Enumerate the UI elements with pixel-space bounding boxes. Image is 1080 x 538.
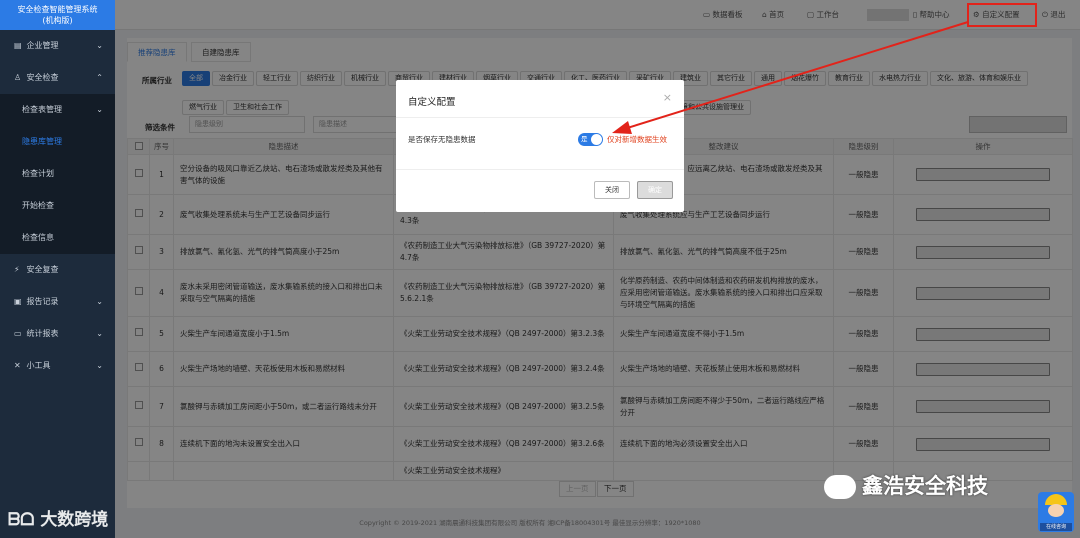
sidebar-item-stats[interactable]: ▭ 统计报表 ⌄ — [0, 318, 115, 350]
watermark-left: ᗷᗝ 大数跨境 — [8, 510, 109, 530]
toggle-knob — [591, 134, 602, 145]
divider — [396, 169, 684, 170]
sidebar-item-report[interactable]: ▣ 报告记录 ⌄ — [0, 286, 115, 318]
wechat-icon — [824, 475, 856, 499]
brand-title: 安全检查智能管理系统 — [17, 5, 98, 14]
stats-icon: ▭ — [14, 329, 22, 338]
sidebar-item-tools[interactable]: ✕ 小工具 ⌄ — [0, 350, 115, 382]
sidebar-item-label: 检查表管理 — [22, 105, 62, 114]
sidebar-item-label: 统计报表 — [26, 329, 59, 338]
sidebar-item-safety-check[interactable]: ♙ 安全检查 ⌃ — [0, 62, 115, 94]
dialog-confirm-button[interactable]: 确定 — [637, 181, 673, 199]
sidebar-item-checklist[interactable]: 检查表管理 ⌄ — [0, 94, 115, 126]
chevron-down-icon: ⌄ — [96, 297, 103, 306]
toggle-text: 是 — [581, 135, 588, 143]
save-no-hazard-label: 是否保存无隐患数据 — [408, 135, 476, 144]
sidebar-item-hazard-library[interactable]: 隐患库管理 — [0, 126, 115, 158]
sidebar-item-label: 安全复查 — [26, 265, 59, 274]
brand-logo: 安全检查智能管理系统 (机构版) — [0, 0, 115, 30]
app-root: 安全检查智能管理系统 (机构版) ▤ 企业管理 ⌄ ♙ 安全检查 ⌃ 检查表管理 ⌄ … — [0, 0, 1080, 538]
sidebar-item-company[interactable]: ▤ 企业管理 ⌄ — [0, 30, 115, 62]
dialog-close-button[interactable]: 关闭 — [594, 181, 630, 199]
sidebar-item-check-info[interactable]: 检查信息 — [0, 222, 115, 254]
highlight-box — [967, 3, 1037, 27]
divider — [396, 117, 684, 118]
sidebar-item-label: 隐患库管理 — [22, 137, 62, 146]
inspect-icon: ♙ — [14, 73, 22, 82]
watermark-right: 鑫浩安全科技 — [824, 470, 988, 500]
report-icon: ▣ — [14, 297, 22, 306]
sidebar-item-plan[interactable]: 检查计划 — [0, 158, 115, 190]
custom-config-dialog: 自定义配置 × 是否保存无隐患数据 是 仅对新增数据生效 关闭 确定 — [396, 80, 684, 212]
sidebar-item-label: 检查信息 — [22, 233, 54, 242]
save-no-hazard-toggle[interactable]: 是 — [578, 133, 603, 146]
sidebar-item-start-check[interactable]: 开始检查 — [0, 190, 115, 222]
sidebar: 安全检查智能管理系统 (机构版) ▤ 企业管理 ⌄ ♙ 安全检查 ⌃ 检查表管理 ⌄ … — [0, 0, 115, 538]
recheck-icon: ⚡ — [14, 265, 20, 274]
dialog-title: 自定义配置 — [408, 97, 456, 108]
sidebar-item-label: 开始检查 — [22, 201, 54, 210]
face-icon — [1048, 504, 1064, 517]
chevron-down-icon: ⌄ — [96, 329, 103, 338]
logo-icon: ᗷᗝ — [8, 510, 41, 530]
sidebar-item-label: 安全检查 — [26, 73, 59, 82]
building-icon: ▤ — [14, 41, 22, 50]
chevron-down-icon: ⌄ — [96, 361, 103, 370]
sidebar-item-label: 检查计划 — [22, 169, 54, 178]
avatar[interactable]: 在线咨询 — [1038, 492, 1074, 532]
sidebar-item-label: 小工具 — [26, 361, 51, 370]
sidebar-item-label: 企业管理 — [26, 41, 59, 50]
chevron-up-icon: ⌃ — [96, 73, 103, 82]
chevron-down-icon: ⌄ — [96, 41, 103, 50]
avatar-badge: 在线咨询 — [1040, 523, 1072, 531]
brand-subtitle: (机构版) — [42, 16, 73, 25]
toggle-hint: 仅对新增数据生效 — [607, 135, 667, 144]
sidebar-item-label: 报告记录 — [26, 297, 59, 306]
sidebar-item-recheck[interactable]: ⚡ 安全复查 — [0, 254, 115, 286]
sidebar-menu: ▤ 企业管理 ⌄ ♙ 安全检查 ⌃ 检查表管理 ⌄ 隐患库管理 检查计划 开始检查 检… — [0, 30, 115, 382]
tools-icon: ✕ — [14, 361, 21, 370]
chevron-down-icon: ⌄ — [96, 105, 103, 114]
close-icon[interactable]: × — [663, 91, 672, 104]
